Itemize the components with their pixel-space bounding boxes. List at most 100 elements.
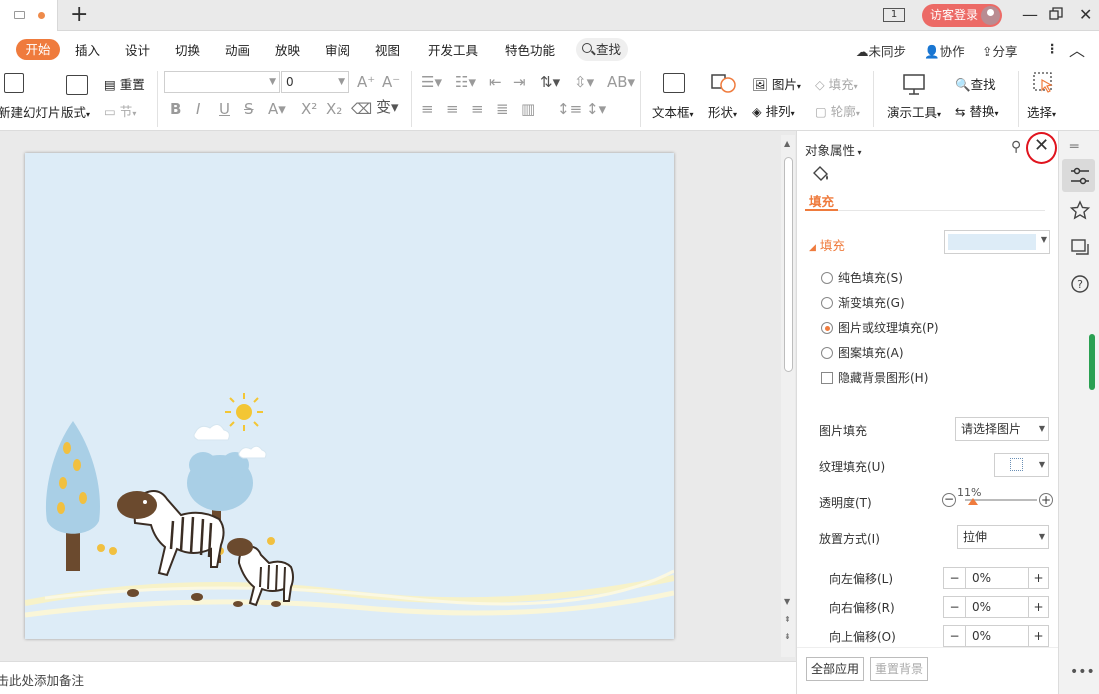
slide-vertical-scrollbar[interactable]: ▲ ▼ ⇞ ⇟ <box>781 135 795 657</box>
minus-icon[interactable]: − <box>944 568 966 588</box>
tab-insert[interactable]: 插入 <box>75 40 100 59</box>
offset-right-value[interactable]: 0% <box>972 597 991 617</box>
minus-icon[interactable]: − <box>944 597 966 617</box>
superscript-icon[interactable]: X² <box>301 100 317 118</box>
numbering-icon[interactable]: ☷▾ <box>455 73 476 91</box>
decrease-font-icon[interactable]: A⁻ <box>382 73 400 91</box>
pane-title[interactable]: 对象属性 ▾ <box>805 140 862 159</box>
section-button[interactable]: ▭ 节▾ <box>104 101 136 120</box>
apply-all-button[interactable]: 全部应用 <box>806 657 865 681</box>
solid-fill-radio[interactable]: 纯色填充(S) <box>821 269 903 286</box>
guest-login-button[interactable]: 访客登录 <box>922 4 1002 27</box>
more-menu-icon[interactable]: ⋮ <box>1046 41 1059 56</box>
scrollbar-thumb[interactable] <box>784 157 793 372</box>
tab-review[interactable]: 审阅 <box>325 40 350 59</box>
new-tab-button[interactable]: + <box>70 3 88 27</box>
text-box-icon[interactable] <box>663 73 685 93</box>
text-box-button[interactable]: 文本框▾ <box>652 102 694 121</box>
bold-icon[interactable]: B <box>170 100 181 118</box>
phonetic-guide-icon[interactable]: 变▾ <box>376 98 399 116</box>
offset-up-stepper[interactable]: −0% + <box>943 625 1049 647</box>
tab-slideshow[interactable]: 放映 <box>275 40 300 59</box>
tab-home[interactable]: 开始 <box>16 39 60 60</box>
notes-bar[interactable]: 单击此处添加备注 <box>0 661 796 694</box>
pattern-fill-radio[interactable]: 图案填充(A) <box>821 344 904 361</box>
tab-design[interactable]: 设计 <box>125 40 150 59</box>
gradient-fill-radio[interactable]: 渐变填充(G) <box>821 294 905 311</box>
restore-button[interactable] <box>1049 7 1063 25</box>
replace-button[interactable]: ⇆ 替换▾ <box>955 101 999 120</box>
font-size-combo[interactable]: 0 ▼ <box>281 71 349 93</box>
text-direction-icon[interactable]: ⇳▾ <box>574 73 594 91</box>
document-tab[interactable] <box>0 0 58 31</box>
increase-indent-icon[interactable]: ⇥ <box>513 73 526 91</box>
reset-button[interactable]: ▤ 重置 <box>104 74 145 93</box>
close-window-button[interactable]: ✕ <box>1079 6 1092 24</box>
sync-button[interactable]: ☁未同步 <box>856 41 906 60</box>
texture-fill-dropdown[interactable]: ▼ <box>994 453 1049 477</box>
align-center-icon[interactable]: ≡ <box>446 100 459 118</box>
fill-section-toggle[interactable]: ◢ 填充 <box>809 235 845 254</box>
presentation-tools-button[interactable]: 演示工具▾ <box>887 102 941 121</box>
picture-fill-dropdown[interactable]: 请选择图片 ▼ <box>955 417 1049 441</box>
fill-preview-dropdown[interactable]: ▼ <box>944 230 1050 254</box>
fill-bucket-icon[interactable] <box>811 165 831 183</box>
underline-icon[interactable]: U <box>219 100 230 118</box>
scroll-down-icon[interactable]: ▼ <box>784 597 790 606</box>
decrease-indent-icon[interactable]: ⇤ <box>489 73 502 91</box>
plus-icon[interactable]: + <box>1028 568 1048 588</box>
tab-transitions[interactable]: 切换 <box>175 40 200 59</box>
offset-up-value[interactable]: 0% <box>972 626 991 646</box>
transparency-decrease-button[interactable]: − <box>942 493 956 507</box>
window-count-indicator[interactable]: 1 <box>883 8 905 22</box>
tab-animation[interactable]: 动画 <box>225 40 250 59</box>
notes-placeholder[interactable]: 单击此处添加备注 <box>0 670 84 689</box>
find-button[interactable]: 🔍查找 <box>955 74 996 93</box>
tab-developer[interactable]: 开发工具 <box>428 40 478 59</box>
italic-icon[interactable]: I <box>196 100 200 118</box>
paragraph-spacing-icon[interactable]: ↕▾ <box>586 100 606 118</box>
sidebar-more-icon[interactable]: ••• <box>1070 664 1095 680</box>
bullets-icon[interactable]: ☰▾ <box>421 73 442 91</box>
placement-dropdown[interactable]: 拉伸 ▼ <box>957 525 1049 549</box>
properties-sliders-icon[interactable] <box>1068 164 1092 188</box>
plus-icon[interactable]: + <box>1028 626 1048 646</box>
increase-font-icon[interactable]: A⁺ <box>357 73 375 91</box>
tab-features[interactable]: 特色功能 <box>505 40 555 59</box>
font-color-icon[interactable]: A▾ <box>268 100 286 118</box>
collapse-ribbon-icon[interactable]: ︿ <box>1069 37 1085 61</box>
slide-transition-icon[interactable] <box>1068 235 1092 259</box>
font-name-combo[interactable]: ▼ <box>164 71 280 93</box>
offset-left-value[interactable]: 0% <box>972 568 991 588</box>
hide-background-checkbox[interactable]: 隐藏背景图形(H) <box>821 369 928 386</box>
sort-icon[interactable]: ⇅▾ <box>540 73 560 91</box>
offset-left-stepper[interactable]: −0% + <box>943 567 1049 589</box>
arrange-button[interactable]: ◈ 排列▾ <box>752 101 795 120</box>
pin-icon[interactable]: ⚲ <box>1011 139 1021 155</box>
subscript-icon[interactable]: X₂ <box>326 100 342 118</box>
help-icon[interactable]: ? <box>1068 272 1092 296</box>
shape-icon[interactable] <box>711 72 737 94</box>
align-left-icon[interactable]: ≡ <box>421 100 434 118</box>
new-slide-icon[interactable] <box>4 73 24 93</box>
align-right-icon[interactable]: ≡ <box>471 100 484 118</box>
layout-button[interactable]: 版式▾ <box>61 102 90 121</box>
shape-button[interactable]: 形状▾ <box>708 102 737 121</box>
reset-background-button[interactable]: 重置背景 <box>870 657 929 681</box>
collab-button[interactable]: 👤协作 <box>924 41 965 60</box>
share-button[interactable]: ⇪分享 <box>982 41 1018 60</box>
next-slide-icon[interactable]: ⇟ <box>784 632 791 641</box>
slide-canvas[interactable] <box>25 153 674 639</box>
strikethrough-icon[interactable]: S <box>244 100 254 118</box>
fill-button[interactable]: ◇ 填充▾ <box>815 74 858 93</box>
transparency-slider-thumb[interactable] <box>967 498 978 505</box>
transparency-increase-button[interactable]: + <box>1039 493 1053 507</box>
outline-button[interactable]: ▢ 轮廓▾ <box>815 101 860 120</box>
animation-star-icon[interactable] <box>1068 199 1092 223</box>
search-button[interactable]: 查找 <box>576 38 628 61</box>
tab-fill[interactable]: 填充 <box>809 191 834 210</box>
justify-icon[interactable]: ≣ <box>496 100 509 118</box>
presentation-tools-icon[interactable] <box>902 72 926 96</box>
select-button[interactable]: 选择▾ <box>1027 102 1056 121</box>
picture-texture-fill-radio[interactable]: 图片或纹理填充(P) <box>821 319 939 336</box>
